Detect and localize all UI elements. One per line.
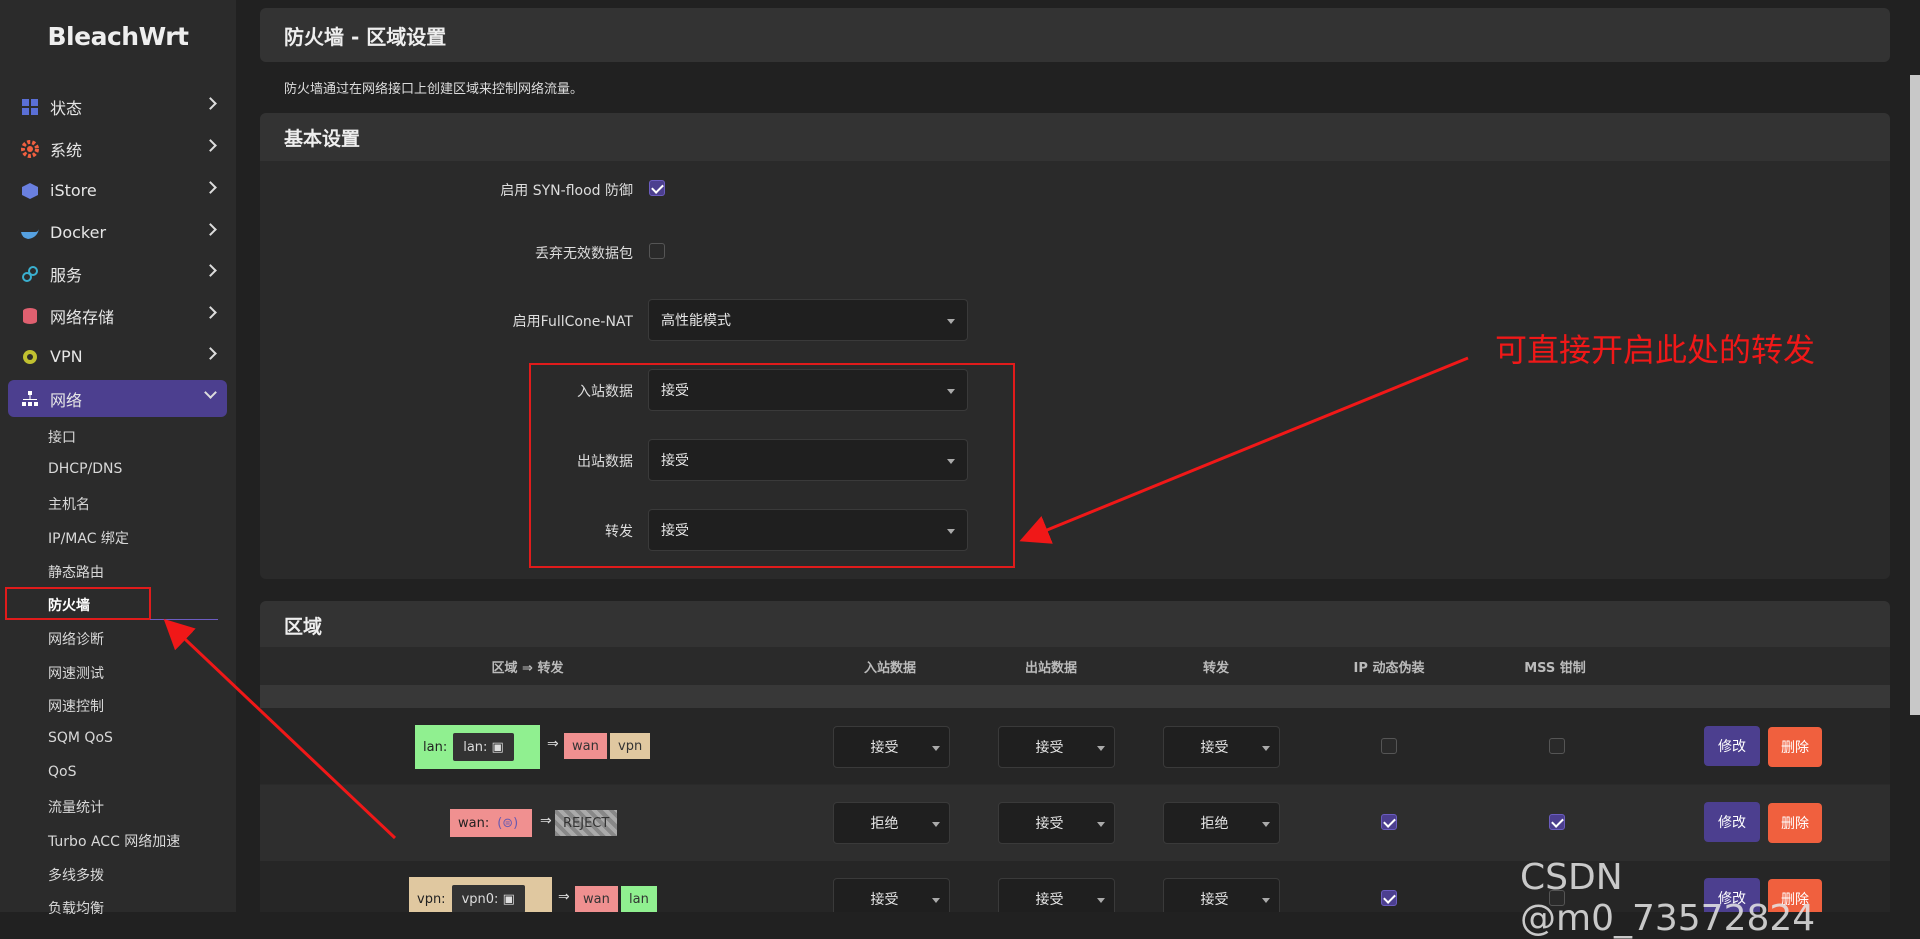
arrow-to-forward-setting [1019,356,1469,544]
arrow-to-firewall-menu [163,618,397,840]
scrollbar[interactable] [1910,75,1920,715]
annotation-arrows [163,356,1469,840]
watermark: CSDN @m0_73572824 [1520,857,1816,939]
